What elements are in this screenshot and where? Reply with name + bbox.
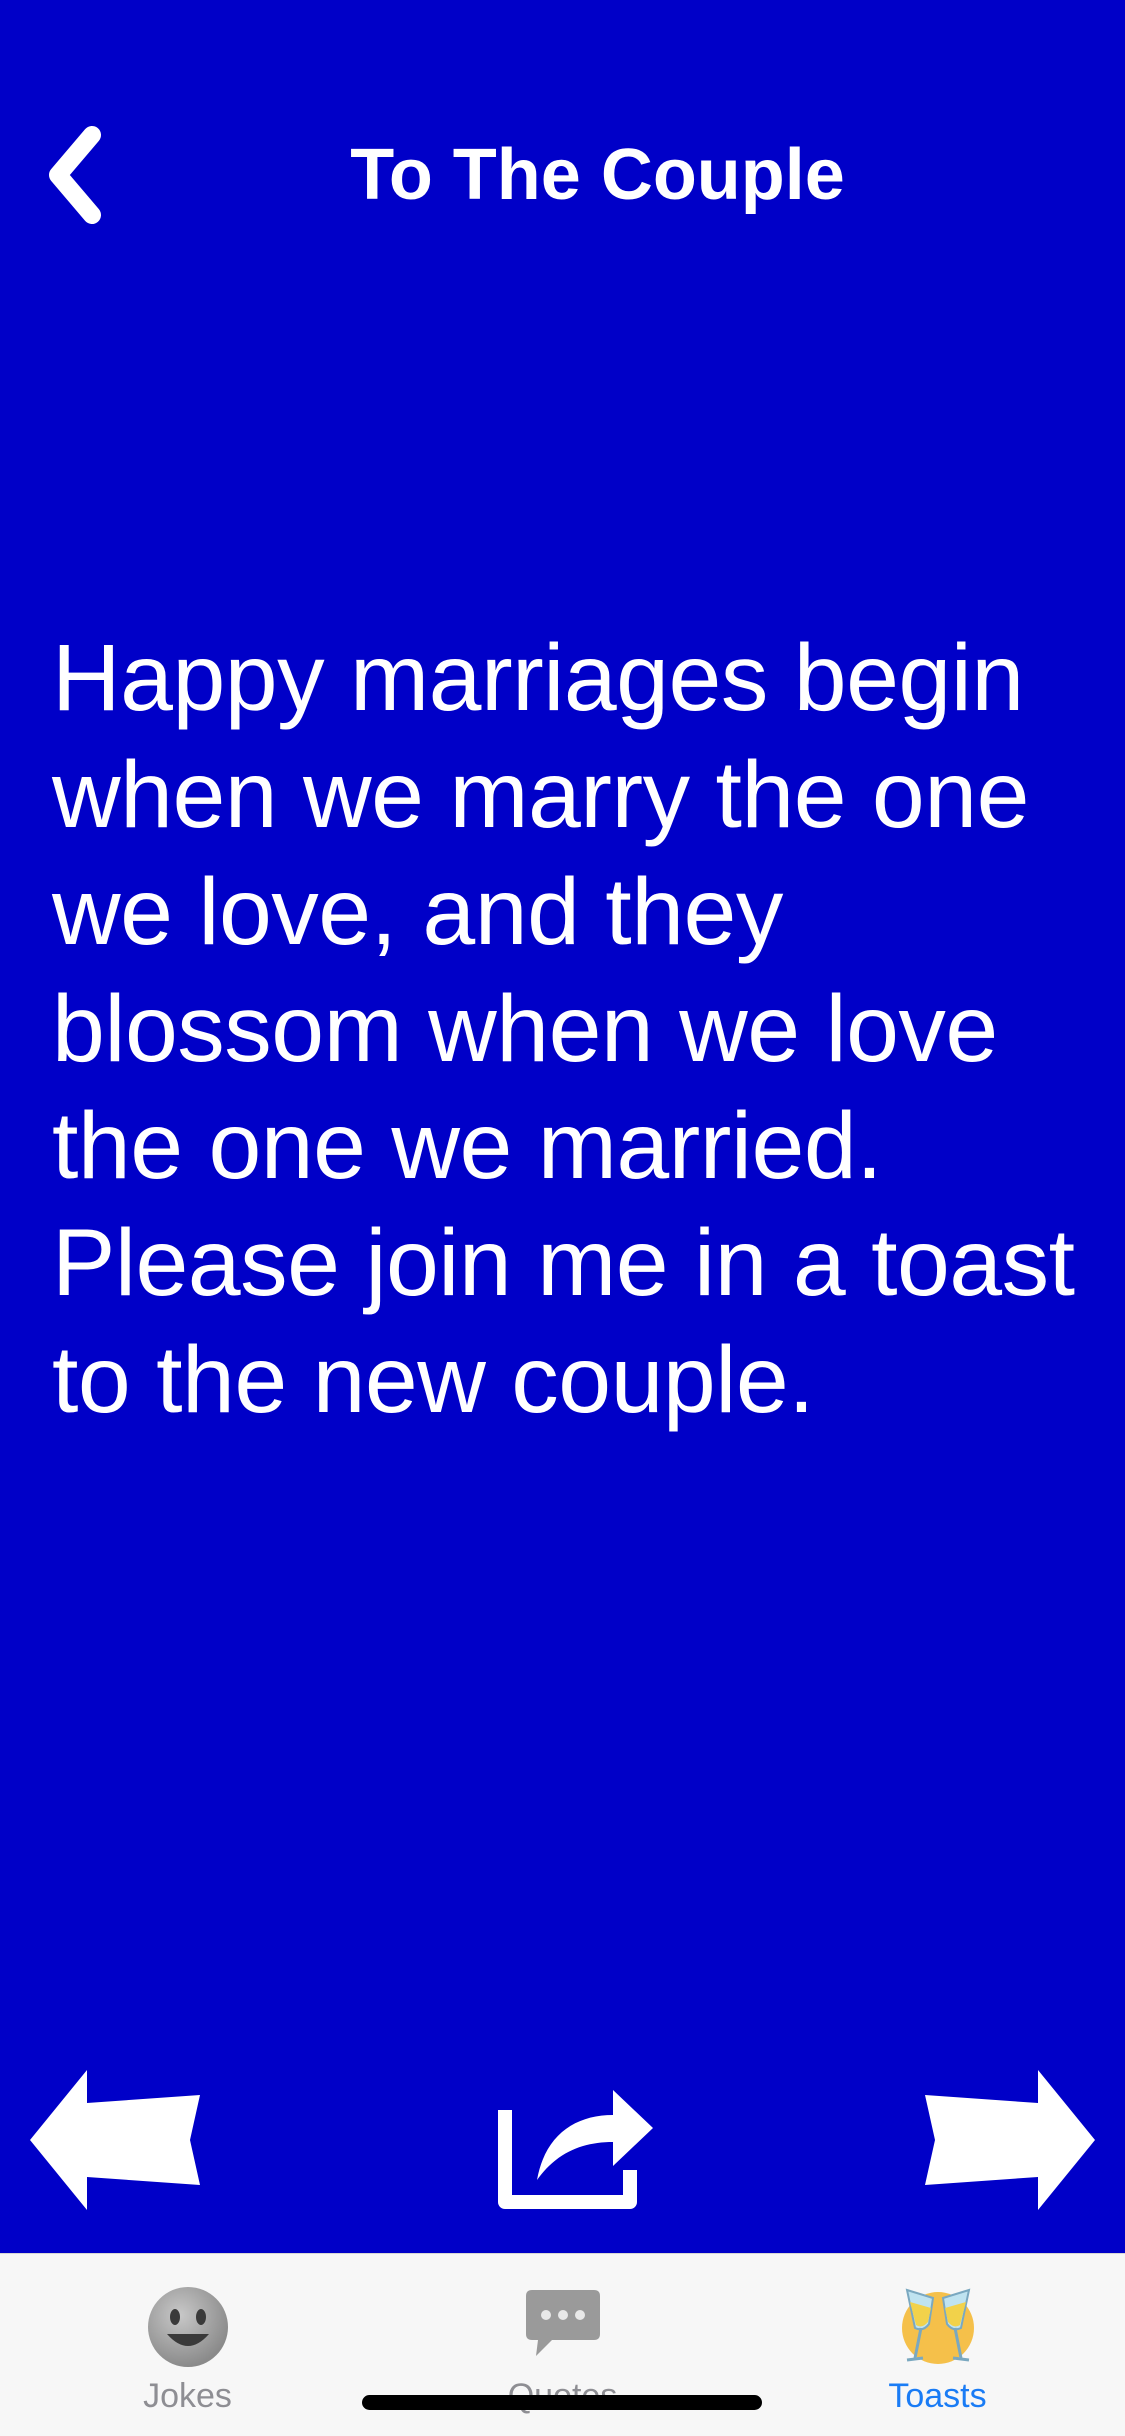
speech-bubble-icon (525, 2290, 600, 2356)
tab-toasts[interactable]: Toasts (750, 2254, 1125, 2436)
share-button[interactable] (490, 2060, 660, 2220)
next-button[interactable] (920, 2060, 1100, 2220)
arrow-left-icon (30, 2070, 200, 2210)
arrow-right-icon (925, 2070, 1095, 2210)
action-bar (0, 2060, 1125, 2230)
toast-text: Happy marriages begin when we marry the … (52, 625, 1075, 1433)
toast-screen: To The Couple Happy marriages begin when… (0, 0, 1125, 2436)
tab-label: Toasts (888, 2377, 987, 2415)
champagne-glasses-icon (901, 2288, 974, 2364)
share-icon (498, 2090, 653, 2209)
page-title: To The Couple (350, 135, 845, 215)
home-indicator[interactable] (362, 2395, 762, 2410)
tab-label: Jokes (143, 2377, 232, 2415)
smiley-face-icon (147, 2287, 228, 2367)
previous-button[interactable] (25, 2060, 205, 2220)
nav-header: To The Couple (0, 110, 1125, 240)
tab-jokes[interactable]: Jokes (0, 2254, 375, 2436)
